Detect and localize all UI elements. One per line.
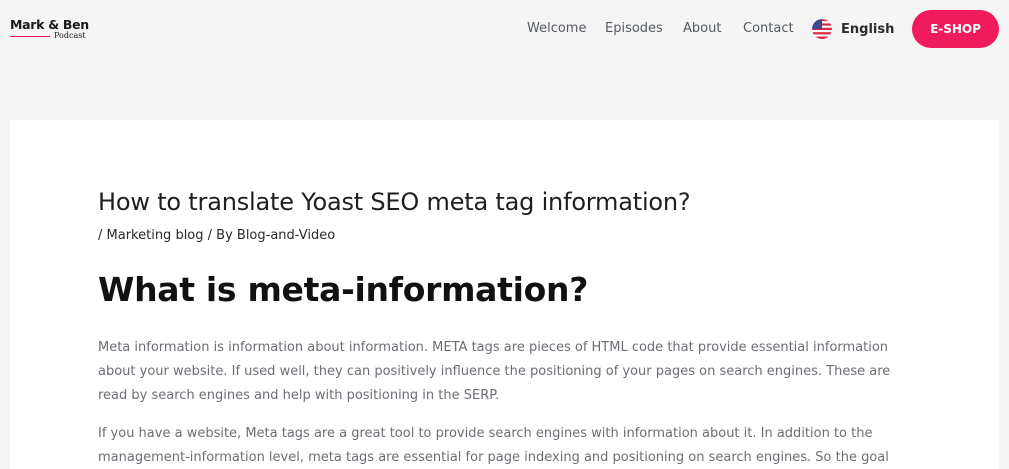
nav-item-episodes[interactable]: Episodes: [605, 21, 663, 36]
logo-title: Mark & Ben: [10, 17, 89, 32]
article-card: How to translate Yoast SEO meta tag info…: [10, 120, 999, 469]
us-flag-icon: [812, 19, 832, 39]
eshop-button[interactable]: E-SHOP: [912, 10, 999, 48]
meta-separator: / By: [203, 228, 237, 243]
post-title: How to translate Yoast SEO meta tag info…: [98, 188, 691, 216]
section-heading: What is meta-information?: [98, 270, 589, 309]
paragraph-line: Meta information is information about in…: [98, 340, 889, 355]
post-meta: / Marketing blog / By Blog-and-Video: [98, 228, 335, 243]
paragraph-line: If you have a website, Meta tags are a g…: [98, 426, 873, 441]
paragraph-line: management-information level, meta tags …: [98, 450, 889, 465]
paragraph-1: Meta information is information about in…: [98, 336, 928, 408]
category-link[interactable]: Marketing blog: [107, 228, 204, 243]
author-link[interactable]: Blog-and-Video: [237, 228, 335, 243]
nav-item-welcome[interactable]: Welcome: [527, 21, 586, 36]
logo-underline: [10, 36, 50, 37]
paragraph-2: If you have a website, Meta tags are a g…: [98, 422, 928, 469]
nav-item-contact[interactable]: Contact: [743, 21, 794, 36]
site-logo[interactable]: Mark & Ben Podcast: [10, 17, 90, 45]
nav-item-about[interactable]: About: [683, 21, 721, 36]
site-header: Mark & Ben Podcast Welcome Episodes Abou…: [0, 0, 1009, 64]
paragraph-line: about your website. If used well, they c…: [98, 364, 891, 379]
language-switcher[interactable]: English: [812, 18, 894, 40]
paragraph-line: read by search engines and help with pos…: [98, 388, 500, 403]
language-label: English: [841, 21, 895, 37]
logo-subtitle: Podcast: [54, 31, 86, 40]
meta-prefix: /: [98, 228, 107, 243]
